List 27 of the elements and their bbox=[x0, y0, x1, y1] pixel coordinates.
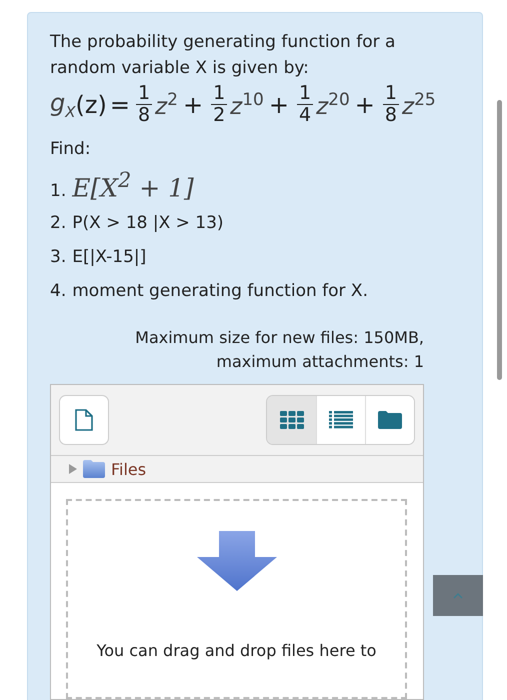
view-mode-button[interactable] bbox=[365, 396, 414, 444]
item-number: 3. bbox=[50, 247, 66, 268]
caret-up-icon bbox=[453, 592, 463, 598]
folder-icon bbox=[83, 460, 105, 478]
item-number: 1. bbox=[50, 181, 66, 202]
item-number: 2. bbox=[50, 213, 66, 234]
scrollbar[interactable] bbox=[497, 100, 502, 380]
expand-triangle-icon[interactable] bbox=[69, 464, 77, 474]
add-file-button[interactable] bbox=[59, 395, 109, 446]
question-text: The probability generating function for a random variable X is given by: bbox=[50, 31, 396, 80]
drop-zone[interactable]: You can drag and drop files here to bbox=[66, 499, 407, 700]
file-icon bbox=[75, 409, 93, 432]
folder-icon bbox=[378, 411, 402, 430]
view-mode-button[interactable] bbox=[267, 396, 316, 444]
list-icon bbox=[329, 411, 353, 430]
expectation-formula: E[X$^{2}$ + 1] bbox=[72, 168, 194, 202]
view-mode-button[interactable] bbox=[316, 396, 365, 444]
upload-limits-text: Maximum size for new files: 150MB, maximum attachments: 1 bbox=[134, 327, 424, 374]
down-arrow-icon bbox=[196, 531, 276, 592]
folder-path-link[interactable]: Files bbox=[111, 460, 146, 479]
item-number: 4. bbox=[50, 281, 66, 302]
question-item: E[|X-15|] bbox=[72, 246, 146, 270]
drop-zone-message: You can drag and drop files here to bbox=[96, 641, 376, 660]
find-label: Find: bbox=[50, 138, 92, 161]
question-item: moment generating function for X. bbox=[72, 280, 368, 304]
question-item: P(X > 18 |X > 13) bbox=[72, 212, 224, 236]
grid-icon bbox=[280, 411, 304, 430]
